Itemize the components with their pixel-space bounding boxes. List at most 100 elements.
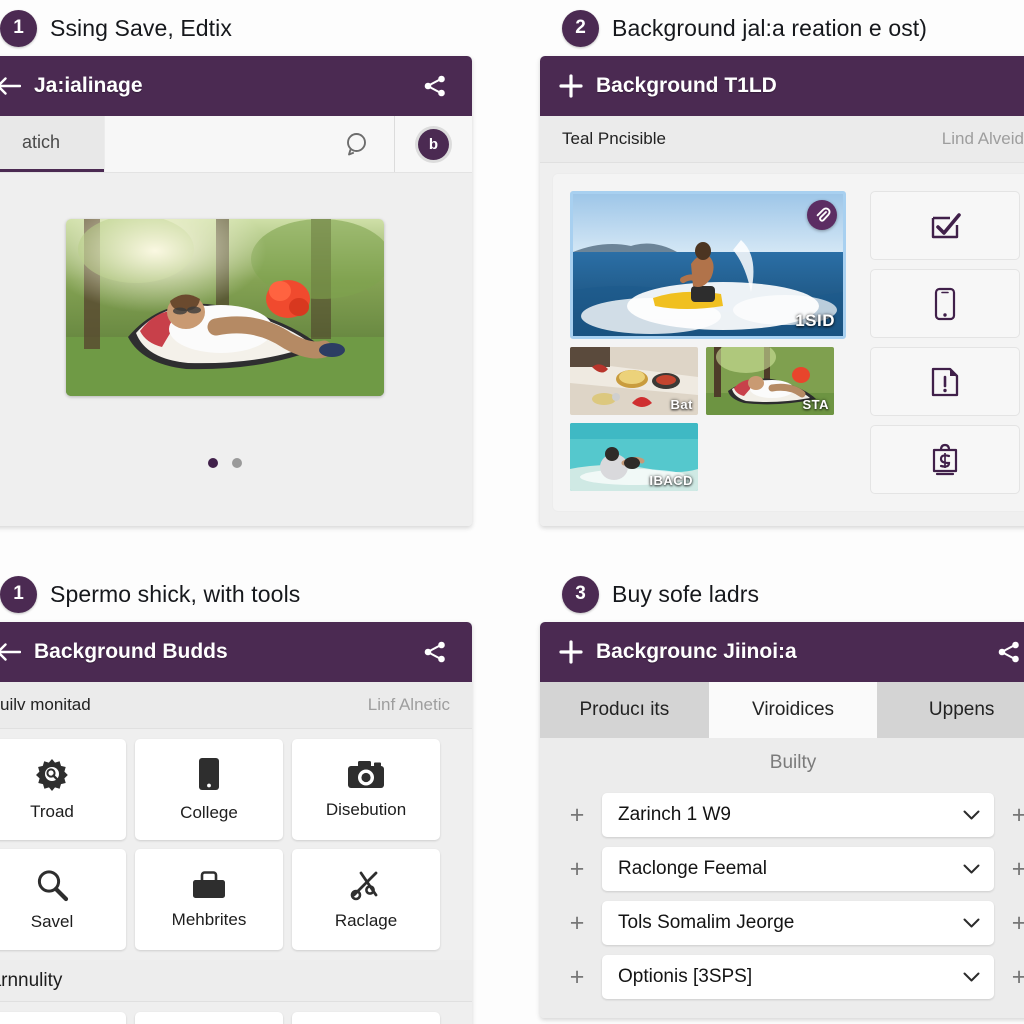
avatar[interactable]: b <box>418 128 449 160</box>
tile-placeholder[interactable] <box>292 1012 440 1024</box>
alert-document-icon <box>930 366 960 398</box>
thumbnail-beach[interactable]: IBACD <box>570 423 698 491</box>
tile-savel[interactable]: Savel <box>0 849 126 950</box>
dropdown-value: Zarinch 1 W9 <box>618 804 731 825</box>
option-rows: + Zarinch 1 W9 + + Raclonge Feemal + + T… <box>540 784 1024 1018</box>
image-carousel-1 <box>0 173 472 526</box>
edit-check-icon <box>928 210 962 242</box>
thumbnail-caption: Bat <box>670 397 693 412</box>
row-add-right-icon[interactable]: + <box>1010 856 1024 882</box>
step-header-2: 2 Background jal:a reation e ost) <box>540 0 1024 56</box>
tab-strip-1: atich b <box>0 116 472 173</box>
step-badge-2: 2 <box>562 9 599 47</box>
bulk-label: Builty <box>540 738 1024 784</box>
step-header-3: 1 Spermo shick, with tools <box>0 566 472 622</box>
back-arrow-icon[interactable] <box>0 643 26 661</box>
mobile-phone-button[interactable] <box>870 269 1020 338</box>
share-icon[interactable] <box>420 640 450 664</box>
thumbnail-caption: IBACD <box>649 473 693 488</box>
chevron-down-icon[interactable] <box>963 972 980 983</box>
row-add-right-icon[interactable]: + <box>1010 910 1024 936</box>
tab-atich[interactable]: atich <box>0 116 104 172</box>
clip-icon[interactable] <box>807 200 837 230</box>
tile-label: Disebution <box>325 799 407 819</box>
thumbnail-picnic[interactable]: Bat <box>570 347 698 415</box>
tile-placeholder[interactable] <box>135 1012 283 1024</box>
avatar-area[interactable]: b <box>394 116 472 172</box>
carousel-dot-2[interactable] <box>232 458 242 468</box>
panel-1: 1 Ssing Save, Edtix Ja:ialinage atich b <box>0 0 472 540</box>
briefcase-icon <box>191 870 227 900</box>
tile-raclage[interactable]: Raclage <box>292 849 440 950</box>
price-tag-button[interactable] <box>870 425 1020 494</box>
row-add-left-icon[interactable]: + <box>568 802 586 828</box>
step-badge-4: 3 <box>562 575 599 613</box>
dropdown-optionis[interactable]: Optionis [3SPS] <box>602 955 994 999</box>
gallery-inner: 1SID Bat STA IBACD <box>552 173 1024 512</box>
tab-uppens[interactable]: Uppens <box>877 682 1024 738</box>
thumbnail-column: 1SID Bat STA IBACD <box>570 191 846 494</box>
panel-4: 3 Buy sofe ladrs Backgrounc Jiinoi:a Pro… <box>540 566 1024 1024</box>
chevron-down-icon[interactable] <box>963 810 980 821</box>
magnifier-icon <box>35 868 69 902</box>
back-arrow-icon[interactable] <box>0 77 26 95</box>
row-add-left-icon[interactable]: + <box>568 964 586 990</box>
row-add-left-icon[interactable]: + <box>568 910 586 936</box>
sub-bar-right-3: Linf Alnetic <box>367 695 450 714</box>
option-row: + Zarinch 1 W9 + <box>540 788 1024 842</box>
row-add-right-icon[interactable]: + <box>1010 964 1024 990</box>
share-icon[interactable] <box>994 640 1024 664</box>
tab-viroidices[interactable]: Viroidices <box>708 682 878 738</box>
carousel-hero-image[interactable] <box>66 219 384 396</box>
alert-document-button[interactable] <box>870 347 1020 416</box>
tablet-icon <box>196 757 222 793</box>
dropdown-value: Optionis [3SPS] <box>618 966 753 987</box>
option-row: + Tols Somalim Jeorge + <box>540 896 1024 950</box>
app-bar-title-2: Background T1LD <box>596 74 777 97</box>
camera-icon <box>347 760 385 790</box>
tile-disebution[interactable]: Disebution <box>292 739 440 840</box>
app-bar-4: Backgrounc Jiinoi:a <box>540 622 1024 682</box>
tab-products[interactable]: Producı its <box>540 682 709 738</box>
tab-strip-4: Producı its Viroidices Uppens <box>540 682 1024 738</box>
tile-label: Raclage <box>334 910 398 930</box>
row-add-right-icon[interactable]: + <box>1010 802 1024 828</box>
tile-mehbrites[interactable]: Mehbrites <box>135 849 283 950</box>
phone-card-3: Background Budds uilv monitad Linf Alnet… <box>0 622 472 1024</box>
search-area[interactable] <box>104 116 394 172</box>
edit-check-button[interactable] <box>870 191 1020 260</box>
chevron-down-icon[interactable] <box>963 918 980 929</box>
dropdown-zarinch[interactable]: Zarinch 1 W9 <box>602 793 994 837</box>
dropdown-value: Tols Somalim Jeorge <box>618 912 795 933</box>
step-title-3: Spermo shick, with tools <box>50 580 301 607</box>
chevron-down-icon[interactable] <box>963 864 980 875</box>
share-icon[interactable] <box>420 74 450 98</box>
tile-label: College <box>180 802 238 822</box>
dropdown-tols-somalim[interactable]: Tols Somalim Jeorge <box>602 901 994 945</box>
option-row: + Raclonge Feemal + <box>540 842 1024 896</box>
tile-placeholder[interactable] <box>0 1012 126 1024</box>
sub-bar-left-3: uilv monitad <box>0 695 91 714</box>
gallery-wrapper: 1SID Bat STA IBACD <box>540 163 1024 526</box>
thumbnail-grid: Bat STA IBACD <box>570 347 846 491</box>
search-icon[interactable] <box>345 131 372 158</box>
plus-icon[interactable] <box>558 73 588 99</box>
phone-card-4: Backgrounc Jiinoi:a Producı its Viroidic… <box>540 622 1024 1018</box>
thumbnail-hammock[interactable]: STA <box>706 347 834 415</box>
app-bar-3: Background Budds <box>0 622 472 682</box>
tile-label: Savel <box>30 911 74 931</box>
gear-search-icon <box>35 758 69 792</box>
app-bar-2: Background T1LD <box>540 56 1024 116</box>
sub-bar-3: uilv monitad Linf Alnetic <box>0 682 472 729</box>
tile-college[interactable]: College <box>135 739 283 840</box>
tile-troad[interactable]: Troad <box>0 739 126 840</box>
row-add-left-icon[interactable]: + <box>568 856 586 882</box>
carousel-dot-1[interactable] <box>208 458 218 468</box>
dropdown-raclonge[interactable]: Raclonge Feemal <box>602 847 994 891</box>
sub-bar-right-2: Lind Alveid <box>941 129 1024 148</box>
sub-bar-2: Teal Pncisible Lind Alveid <box>540 116 1024 163</box>
carousel-dots[interactable] <box>208 458 242 468</box>
thumbnail-jetski[interactable]: 1SID <box>570 191 846 339</box>
plus-icon[interactable] <box>558 639 588 665</box>
panel-2: 2 Background jal:a reation e ost) Backgr… <box>540 0 1024 540</box>
